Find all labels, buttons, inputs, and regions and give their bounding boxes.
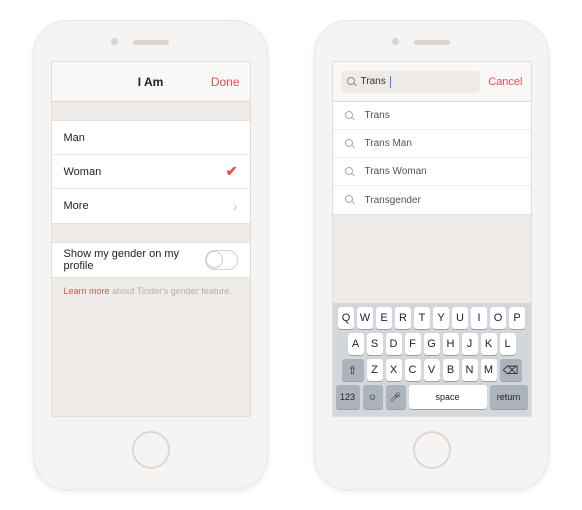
search-icon [345,195,355,205]
key-shift[interactable]: ⇧ [342,359,364,381]
cancel-button[interactable]: Cancel [488,76,522,88]
search-input[interactable]: Trans [341,71,481,93]
key-n[interactable]: N [462,359,478,381]
text-cursor [390,76,391,88]
key-j[interactable]: J [462,333,478,355]
toggle-label: Show my gender on my profile [64,248,206,272]
search-result[interactable]: Trans [333,102,531,130]
key-d[interactable]: D [386,333,402,355]
key-z[interactable]: Z [367,359,383,381]
key-numbers[interactable]: 123 [336,385,360,409]
key-w[interactable]: W [357,307,373,329]
key-p[interactable]: P [509,307,525,329]
key-m[interactable]: M [481,359,497,381]
chevron-right-icon: › [233,198,238,214]
gender-option-group: Man Woman ✔ More › [52,120,250,224]
search-result[interactable]: Trans Woman [333,158,531,186]
phone-right: Trans Cancel Trans Trans Man Trans Woman [314,20,549,490]
key-return[interactable]: return [490,385,528,409]
screen-gender-search: Trans Cancel Trans Trans Man Trans Woman [332,61,532,417]
keyboard-row-4: 123 ☺ 🎤︎ space return [336,385,528,409]
nav-title: I Am [138,75,164,89]
phone-left: I Am Done Man Woman ✔ More › [33,20,268,490]
key-u[interactable]: U [452,307,468,329]
option-label: Man [64,132,85,144]
show-gender-row[interactable]: Show my gender on my profile [52,243,250,277]
done-button[interactable]: Done [211,75,240,89]
key-r[interactable]: R [395,307,411,329]
home-button[interactable] [413,431,451,469]
key-space[interactable]: space [409,385,487,409]
key-b[interactable]: B [443,359,459,381]
home-button[interactable] [132,431,170,469]
search-icon [347,77,357,87]
key-h[interactable]: H [443,333,459,355]
key-s[interactable]: S [367,333,383,355]
key-v[interactable]: V [424,359,440,381]
key-f[interactable]: F [405,333,421,355]
search-result[interactable]: Transgender [333,186,531,214]
result-label: Trans Man [365,138,412,149]
key-i[interactable]: I [471,307,487,329]
key-backspace[interactable]: ⌫ [500,359,522,381]
search-bar: Trans Cancel [333,62,531,102]
key-o[interactable]: O [490,307,506,329]
screen-gender-select: I Am Done Man Woman ✔ More › [51,61,251,417]
keyboard: Q W E R T Y U I O P A S D F G H [333,303,531,416]
footnote-text: about Tinder's gender feature. [110,286,232,296]
show-gender-toggle[interactable] [205,250,237,270]
keyboard-row-2: A S D F G H J K L [336,333,528,355]
search-icon [345,111,355,121]
key-k[interactable]: K [481,333,497,355]
option-man[interactable]: Man [52,121,250,155]
result-label: Trans Woman [365,166,427,177]
result-label: Transgender [365,195,421,206]
show-gender-group: Show my gender on my profile [52,242,250,278]
key-mic[interactable]: 🎤︎ [386,385,406,409]
option-more[interactable]: More › [52,189,250,223]
key-q[interactable]: Q [338,307,354,329]
key-emoji[interactable]: ☺ [363,385,383,409]
key-c[interactable]: C [405,359,421,381]
key-y[interactable]: Y [433,307,449,329]
key-a[interactable]: A [348,333,364,355]
keyboard-row-1: Q W E R T Y U I O P [336,307,528,329]
toggle-knob [206,251,223,268]
nav-bar: I Am Done [52,62,250,102]
phone-camera [392,38,399,45]
key-e[interactable]: E [376,307,392,329]
key-x[interactable]: X [386,359,402,381]
learn-more-link[interactable]: Learn more [64,286,110,296]
phone-camera [111,38,118,45]
option-label: Woman [64,166,102,178]
mic-icon: 🎤︎ [390,392,401,403]
search-result[interactable]: Trans Man [333,130,531,158]
checkmark-icon: ✔ [226,163,238,180]
search-results-list: Trans Trans Man Trans Woman Transgender [333,102,531,215]
search-icon [345,167,355,177]
result-label: Trans [365,110,390,121]
option-woman[interactable]: Woman ✔ [52,155,250,189]
phone-speaker [133,40,169,45]
keyboard-row-3: ⇧ Z X C V B N M ⌫ [336,359,528,381]
search-icon [345,139,355,149]
key-l[interactable]: L [500,333,516,355]
phone-speaker [414,40,450,45]
search-query-text: Trans [361,76,386,87]
key-g[interactable]: G [424,333,440,355]
footnote: Learn more about Tinder's gender feature… [52,278,250,304]
option-label: More [64,200,89,212]
key-t[interactable]: T [414,307,430,329]
